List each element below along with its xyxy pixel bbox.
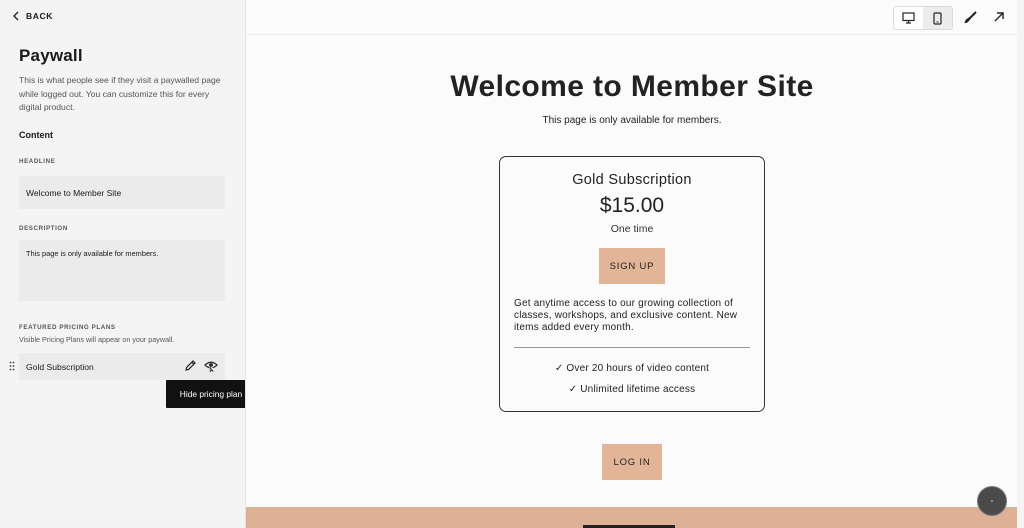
- preview-toolbar: [246, 0, 1018, 35]
- plan-name: Gold Subscription: [572, 172, 692, 188]
- description-label: DESCRIPTION: [19, 225, 68, 232]
- device-toggle: [893, 6, 953, 30]
- log-in-button[interactable]: LOG IN: [602, 444, 662, 480]
- desktop-icon: [902, 12, 915, 24]
- headline-label: HEADLINE: [19, 158, 56, 165]
- plan-feature: ✓ Over 20 hours of video content: [554, 363, 710, 374]
- paywall-settings-panel: BACK Paywall This is what people see if …: [0, 0, 256, 528]
- open-site-button[interactable]: [990, 8, 1008, 26]
- panel-description: This is what people see if they visit a …: [19, 75, 221, 113]
- desktop-view-button[interactable]: [894, 7, 923, 29]
- plan-description: Get anytime access to our growing collec…: [514, 298, 738, 333]
- description-textarea[interactable]: This page is only available for members.: [19, 240, 225, 301]
- featured-plans-note: Visible Pricing Plans will appear on you…: [19, 335, 175, 344]
- back-label: BACK: [26, 11, 53, 21]
- help-badge-logo-icon: ●: [990, 499, 994, 503]
- site-styles-button[interactable]: [961, 8, 979, 26]
- drag-handle-icon[interactable]: [9, 361, 15, 371]
- site-description: This page is only available for members.: [542, 115, 722, 126]
- pricing-plan-name: Gold Subscription: [26, 361, 94, 372]
- pricing-plan-card: Gold Subscription $15.00 One time SIGN U…: [499, 156, 765, 412]
- mobile-icon: [933, 11, 942, 25]
- site-headline: Welcome to Member Site: [450, 70, 814, 103]
- pencil-icon: [184, 359, 196, 371]
- content-heading: Content: [19, 130, 53, 140]
- chevron-left-icon: [13, 11, 19, 21]
- card-divider: [514, 347, 750, 348]
- plan-price: $15.00: [599, 194, 665, 217]
- featured-plans-label: FEATURED PRICING PLANS: [19, 324, 116, 331]
- eye-icon: [204, 361, 218, 372]
- plan-term: One time: [610, 223, 654, 235]
- back-button[interactable]: BACK: [12, 11, 53, 21]
- edit-plan-button[interactable]: [183, 358, 197, 372]
- hide-plan-button[interactable]: [204, 358, 218, 372]
- headline-input[interactable]: Welcome to Member Site: [19, 176, 225, 209]
- help-button[interactable]: ●: [977, 486, 1007, 516]
- panel-title: Paywall: [19, 46, 83, 65]
- scroll-gutter: [1017, 0, 1024, 528]
- brush-icon: [964, 10, 977, 23]
- hide-plan-tooltip: Hide pricing plan: [166, 380, 256, 408]
- plan-feature: ✓ Unlimited lifetime access: [568, 384, 696, 395]
- sign-up-button[interactable]: SIGN UP: [599, 248, 665, 284]
- site-preview: Welcome to Member Site This page is only…: [245, 0, 1018, 528]
- mobile-view-button[interactable]: [923, 7, 952, 29]
- open-external-icon: [994, 12, 1004, 22]
